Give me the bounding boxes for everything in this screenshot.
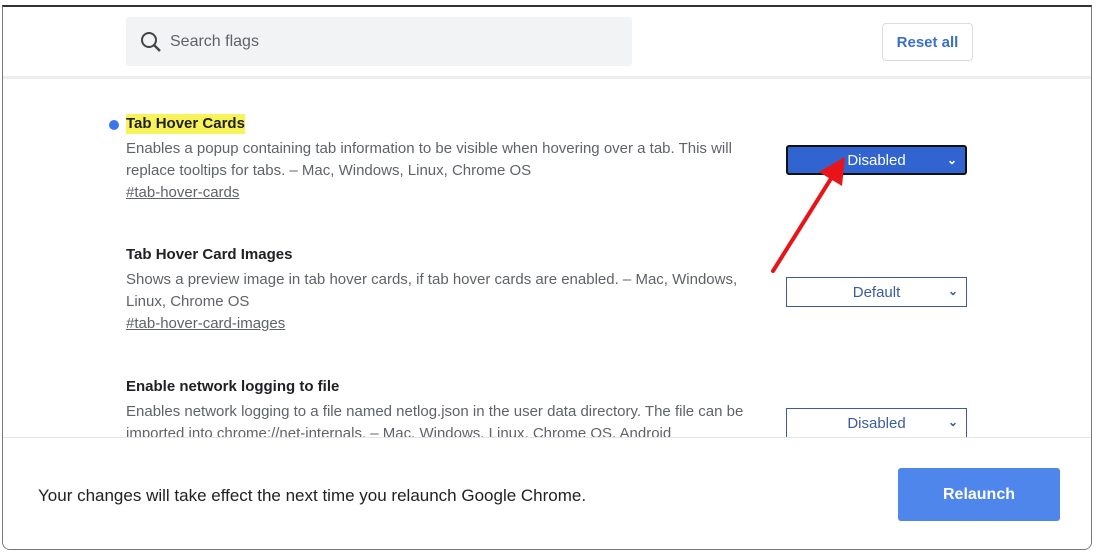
chevron-down-icon: ⌄ [947,284,958,298]
select-value: Default [852,283,901,301]
flags-page: Search flags Reset all Tab Hover Cards E… [2,5,1092,550]
flag-select-tab-hover-card-images[interactable]: Default ⌄ [786,277,967,307]
flag-network-logging: Enable network logging to file Enables n… [126,377,766,445]
select-value: Disabled [847,151,906,169]
relaunch-bar: Your changes will take effect the next t… [3,437,1091,549]
search-input[interactable]: Search flags [126,17,632,66]
modified-indicator-icon [109,120,119,130]
select-value: Disabled [847,414,906,432]
flag-description: Shows a preview image in tab hover cards… [126,271,738,310]
search-icon [141,31,161,52]
reset-all-button[interactable]: Reset all [882,23,973,61]
relaunch-button[interactable]: Relaunch [898,468,1060,521]
flag-link[interactable]: #tab-hover-card-images [126,315,285,332]
flag-select-tab-hover-cards[interactable]: Disabled ⌄ [786,145,967,175]
flag-select-network-logging[interactable]: Disabled ⌄ [786,408,967,438]
flag-title: Tab Hover Cards [126,114,245,134]
relaunch-message: Your changes will take effect the next t… [38,486,587,505]
flag-title: Tab Hover Card Images [126,246,293,263]
flag-link[interactable]: #tab-hover-cards [126,184,239,201]
flag-description: Enables a popup containing tab informati… [126,140,732,179]
flag-title: Enable network logging to file [126,378,340,395]
divider [3,76,1091,79]
chevron-down-icon: ⌄ [947,415,958,429]
search-placeholder: Search flags [170,32,259,50]
flag-tab-hover-card-images: Tab Hover Card Images Shows a preview im… [126,245,766,333]
flag-tab-hover-cards: Tab Hover Cards Enables a popup containi… [109,114,766,202]
chevron-down-icon: ⌄ [946,153,957,167]
